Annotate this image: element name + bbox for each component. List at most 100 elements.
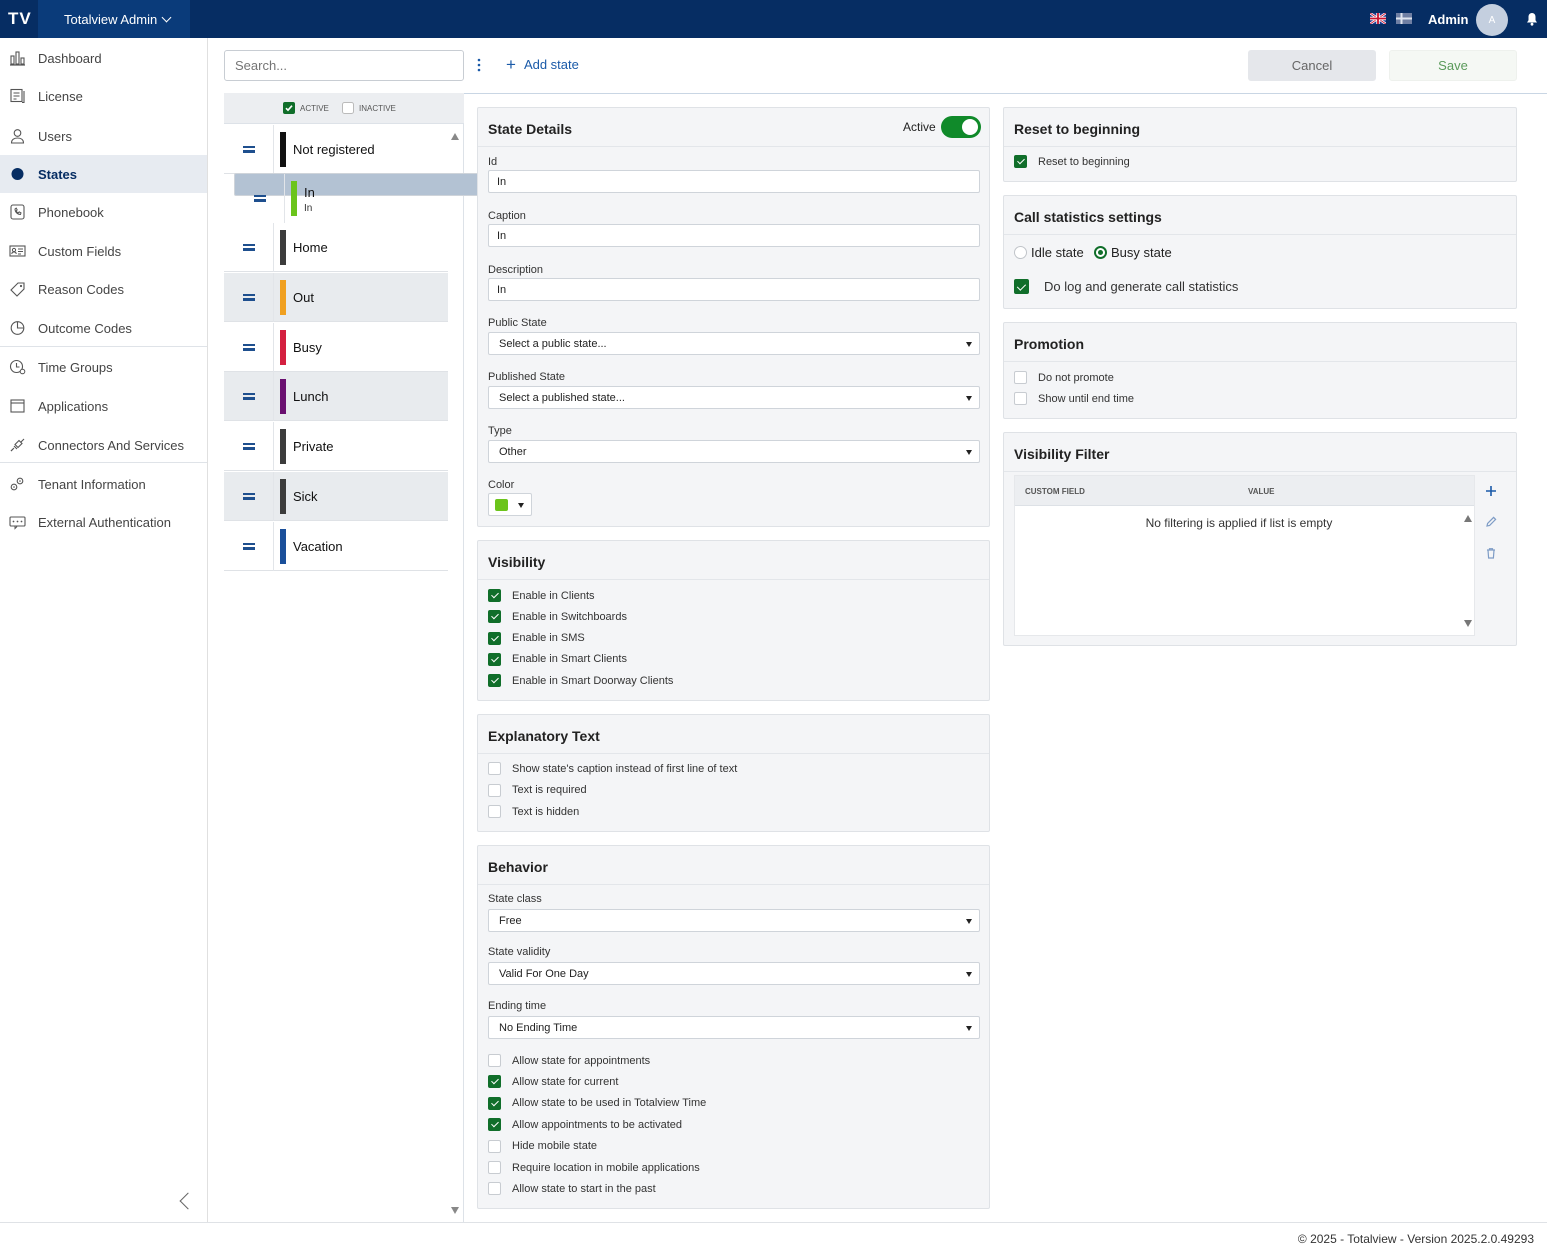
cancel-button[interactable]: Cancel [1248, 50, 1376, 81]
top-bar: TV Totalview Admin Admin A [0, 0, 1547, 38]
reset-to-beginning-checkbox[interactable]: Reset to beginning [1014, 155, 1130, 168]
sidebar-item-phonebook[interactable]: Phonebook [0, 193, 207, 231]
published-state-select[interactable]: Select a published state... [488, 386, 980, 409]
collapse-sidebar-icon[interactable] [179, 1192, 197, 1210]
behavior-option-checkbox[interactable]: Allow state for appointments [488, 1054, 650, 1067]
save-button[interactable]: Save [1389, 50, 1517, 81]
ending-time-select[interactable]: No Ending Time [488, 1016, 980, 1039]
pie-icon [10, 321, 25, 335]
tag-icon [10, 282, 25, 297]
idle-state-radio[interactable]: Idle state [1014, 245, 1084, 260]
explanatory-option-checkbox[interactable]: Text is hidden [488, 805, 579, 818]
promotion-option-checkbox[interactable]: Show until end time [1014, 392, 1134, 405]
drag-handle-icon[interactable] [243, 443, 255, 450]
add-filter-icon[interactable] [1484, 484, 1498, 498]
checkbox-box [488, 652, 501, 666]
description-field[interactable] [488, 278, 980, 301]
edit-filter-icon[interactable] [1484, 515, 1498, 529]
drag-handle-icon[interactable] [243, 146, 255, 153]
caret-down-icon [518, 503, 524, 508]
state-row[interactable]: Not registered [224, 125, 448, 174]
sidebar-item-dashboard[interactable]: Dashboard [0, 39, 207, 77]
sidebar-item-states[interactable]: States [0, 155, 207, 193]
danish-flag-icon[interactable] [1396, 13, 1412, 24]
behavior-option-checkbox[interactable]: Require location in mobile applications [488, 1161, 700, 1174]
filter-active[interactable]: ACTIVE [283, 102, 329, 114]
type-select[interactable]: Other [488, 440, 980, 463]
app-switcher[interactable]: Totalview Admin [38, 0, 190, 38]
state-name: Home [293, 240, 328, 255]
list-scroll-down-icon[interactable] [451, 1207, 459, 1214]
visibility-option-checkbox[interactable]: Enable in Smart Clients [488, 652, 627, 666]
bell-icon[interactable] [1524, 11, 1540, 27]
explanatory-option-checkbox[interactable]: Text is required [488, 783, 587, 797]
behavior-option-checkbox[interactable]: Allow state to start in the past [488, 1182, 656, 1196]
drag-handle-icon[interactable] [243, 393, 255, 400]
state-class-select[interactable]: Free [488, 909, 980, 932]
sidebar-item-applications[interactable]: Applications [0, 387, 207, 425]
caption-field[interactable] [488, 224, 980, 247]
behavior-option-checkbox[interactable]: Allow state to be used in Totalview Time [488, 1096, 706, 1110]
state-row[interactable]: Sick [224, 472, 448, 521]
user-name[interactable]: Admin [1428, 12, 1468, 27]
promotion-option-checkbox[interactable]: Do not promote [1014, 371, 1114, 384]
public-state-select[interactable]: Select a public state... [488, 332, 980, 355]
sidebar-item-users[interactable]: Users [0, 117, 207, 155]
value-column-header: VALUE [1248, 487, 1275, 496]
checkbox-box [488, 783, 501, 797]
drag-handle-icon[interactable] [243, 294, 255, 301]
state-validity-select[interactable]: Valid For One Day [488, 962, 980, 985]
log-call-statistics-checkbox[interactable]: Do log and generate call statistics [1014, 279, 1238, 294]
state-row[interactable]: Lunch [224, 372, 448, 421]
state-color-bar [280, 330, 286, 365]
table-scroll-up-icon[interactable] [1464, 515, 1472, 522]
state-row[interactable]: Home [224, 223, 448, 272]
state-color-bar [280, 529, 286, 564]
uk-flag-icon[interactable] [1370, 13, 1386, 24]
explanatory-option-label: Text is hidden [512, 805, 580, 818]
visibility-option-checkbox[interactable]: Enable in Smart Doorway Clients [488, 674, 673, 688]
sidebar-item-tenant-information[interactable]: Tenant Information [0, 465, 207, 503]
state-row[interactable]: Out [224, 273, 448, 322]
busy-state-radio[interactable]: Busy state [1094, 245, 1172, 260]
sidebar-item-custom-fields[interactable]: Custom Fields [0, 232, 207, 270]
drag-handle-icon[interactable] [243, 344, 255, 351]
filter-inactive[interactable]: INACTIVE [342, 102, 396, 114]
active-toggle[interactable] [941, 116, 981, 138]
table-scroll-down-icon[interactable] [1464, 620, 1472, 627]
visibility-option-checkbox[interactable]: Enable in SMS [488, 631, 585, 645]
state-row[interactable]: Private [224, 422, 448, 471]
sidebar-item-time-groups[interactable]: Time Groups [0, 348, 207, 386]
checkbox-box [1014, 155, 1027, 168]
active-toggle-label: Active [903, 120, 936, 134]
visibility-option-checkbox[interactable]: Enable in Switchboards [488, 610, 627, 624]
sidebar-item-outcome-codes[interactable]: Outcome Codes [0, 309, 207, 347]
drag-handle-icon[interactable] [243, 543, 255, 550]
add-state-button[interactable]: + Add state [506, 56, 579, 73]
search-input[interactable] [224, 50, 464, 81]
drag-handle-icon[interactable] [254, 195, 266, 202]
sidebar-item-external-authentication[interactable]: External Authentication [0, 503, 207, 541]
behavior-option-checkbox[interactable]: Hide mobile state [488, 1139, 597, 1153]
behavior-option-checkbox[interactable]: Allow state for current [488, 1075, 618, 1089]
caret-down-icon [966, 919, 972, 924]
state-color-bar [280, 429, 286, 464]
visibility-option-checkbox[interactable]: Enable in Clients [488, 589, 595, 602]
sidebar-item-license[interactable]: License [0, 77, 207, 115]
visibility-option-label: Enable in Switchboards [512, 610, 627, 623]
drag-handle-icon[interactable] [243, 244, 255, 251]
avatar[interactable]: A [1476, 4, 1508, 36]
list-scroll-up-icon[interactable] [451, 133, 459, 140]
state-row[interactable]: Vacation [224, 522, 448, 571]
state-row[interactable]: Busy [224, 323, 448, 372]
drag-handle-icon[interactable] [243, 493, 255, 500]
sidebar-item-reason-codes[interactable]: Reason Codes [0, 270, 207, 308]
id-field[interactable] [488, 170, 980, 193]
color-picker[interactable] [488, 493, 532, 516]
more-options-icon[interactable] [477, 58, 481, 72]
behavior-option-checkbox[interactable]: Allow appointments to be activated [488, 1118, 682, 1132]
explanatory-option-checkbox[interactable]: Show state's caption instead of first li… [488, 762, 737, 775]
bar-chart-icon [10, 51, 25, 66]
sidebar-item-connectors-and-services[interactable]: Connectors And Services [0, 426, 207, 464]
delete-filter-icon[interactable] [1484, 546, 1498, 560]
